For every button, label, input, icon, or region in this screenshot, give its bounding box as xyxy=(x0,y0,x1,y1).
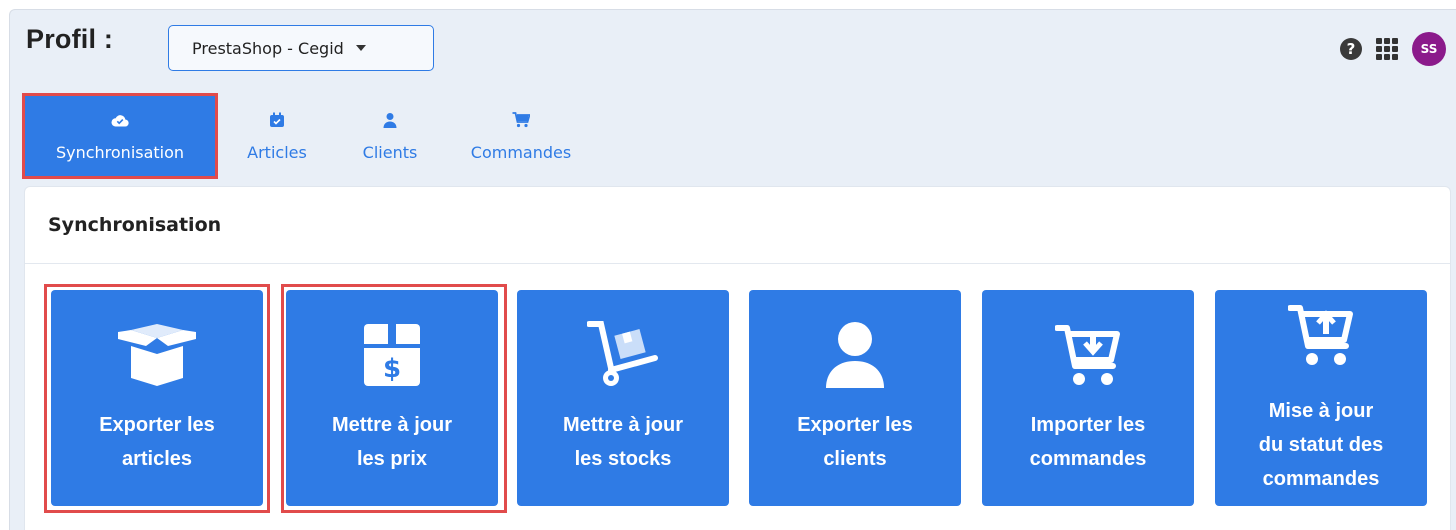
update-stocks-button[interactable]: Mettre à jour les stocks xyxy=(517,290,729,506)
tile-label: Exporter les articles xyxy=(99,414,215,470)
tab-articles[interactable]: Articles xyxy=(218,93,336,179)
tab-bar: Synchronisation Articles Clients Command… xyxy=(22,93,598,179)
help-icon[interactable]: ? xyxy=(1340,38,1362,60)
tab-synchronisation[interactable]: Synchronisation xyxy=(22,93,218,179)
svg-text:$: $ xyxy=(383,354,401,384)
cart-download-icon xyxy=(982,320,1194,390)
hand-truck-icon xyxy=(517,320,729,390)
tile-label: Mettre à jour les stocks xyxy=(562,414,684,470)
avatar[interactable]: SS xyxy=(1412,32,1446,66)
tab-synchronisation-label: Synchronisation xyxy=(55,142,185,162)
tab-clients[interactable]: Clients xyxy=(336,93,444,179)
tab-articles-label: Articles xyxy=(247,142,307,162)
synchronisation-card: Synchronisation Exporter les articles $ … xyxy=(24,186,1451,530)
caret-down-icon xyxy=(355,45,366,51)
calendar-box-icon xyxy=(268,111,286,129)
open-box-icon xyxy=(51,320,263,390)
tab-commandes[interactable]: Commandes xyxy=(444,93,598,179)
tab-clients-label: Clients xyxy=(362,142,418,162)
cloud-check-icon xyxy=(111,111,129,129)
profile-label: Profil : xyxy=(26,24,114,54)
profile-select[interactable]: PrestaShop - Cegid xyxy=(168,25,434,71)
tile-label: Exporter les clients xyxy=(797,414,913,470)
user-icon xyxy=(381,111,399,129)
update-order-status-button[interactable]: Mise à jour du statut des commandes xyxy=(1215,290,1427,506)
export-clients-button[interactable]: Exporter les clients xyxy=(749,290,961,506)
profile-select-value: PrestaShop - Cegid xyxy=(192,38,344,58)
tile-label: Importer les commandes xyxy=(1029,414,1147,470)
update-prices-button[interactable]: $ Mettre à jour les prix xyxy=(286,290,498,506)
tab-commandes-label: Commandes xyxy=(470,142,572,162)
apps-grid-icon[interactable] xyxy=(1376,38,1398,60)
header-actions: ? SS xyxy=(1340,32,1446,66)
card-title: Synchronisation xyxy=(25,187,1450,264)
person-icon xyxy=(749,320,961,390)
cart-upload-icon xyxy=(1215,300,1427,370)
price-box-icon: $ xyxy=(286,320,498,390)
export-articles-button[interactable]: Exporter les articles xyxy=(51,290,263,506)
tile-label: Mettre à jour les prix xyxy=(331,414,453,470)
tile-label: Mise à jour du statut des commandes xyxy=(1258,400,1384,490)
import-orders-button[interactable]: Importer les commandes xyxy=(982,290,1194,506)
cart-icon xyxy=(512,111,530,129)
